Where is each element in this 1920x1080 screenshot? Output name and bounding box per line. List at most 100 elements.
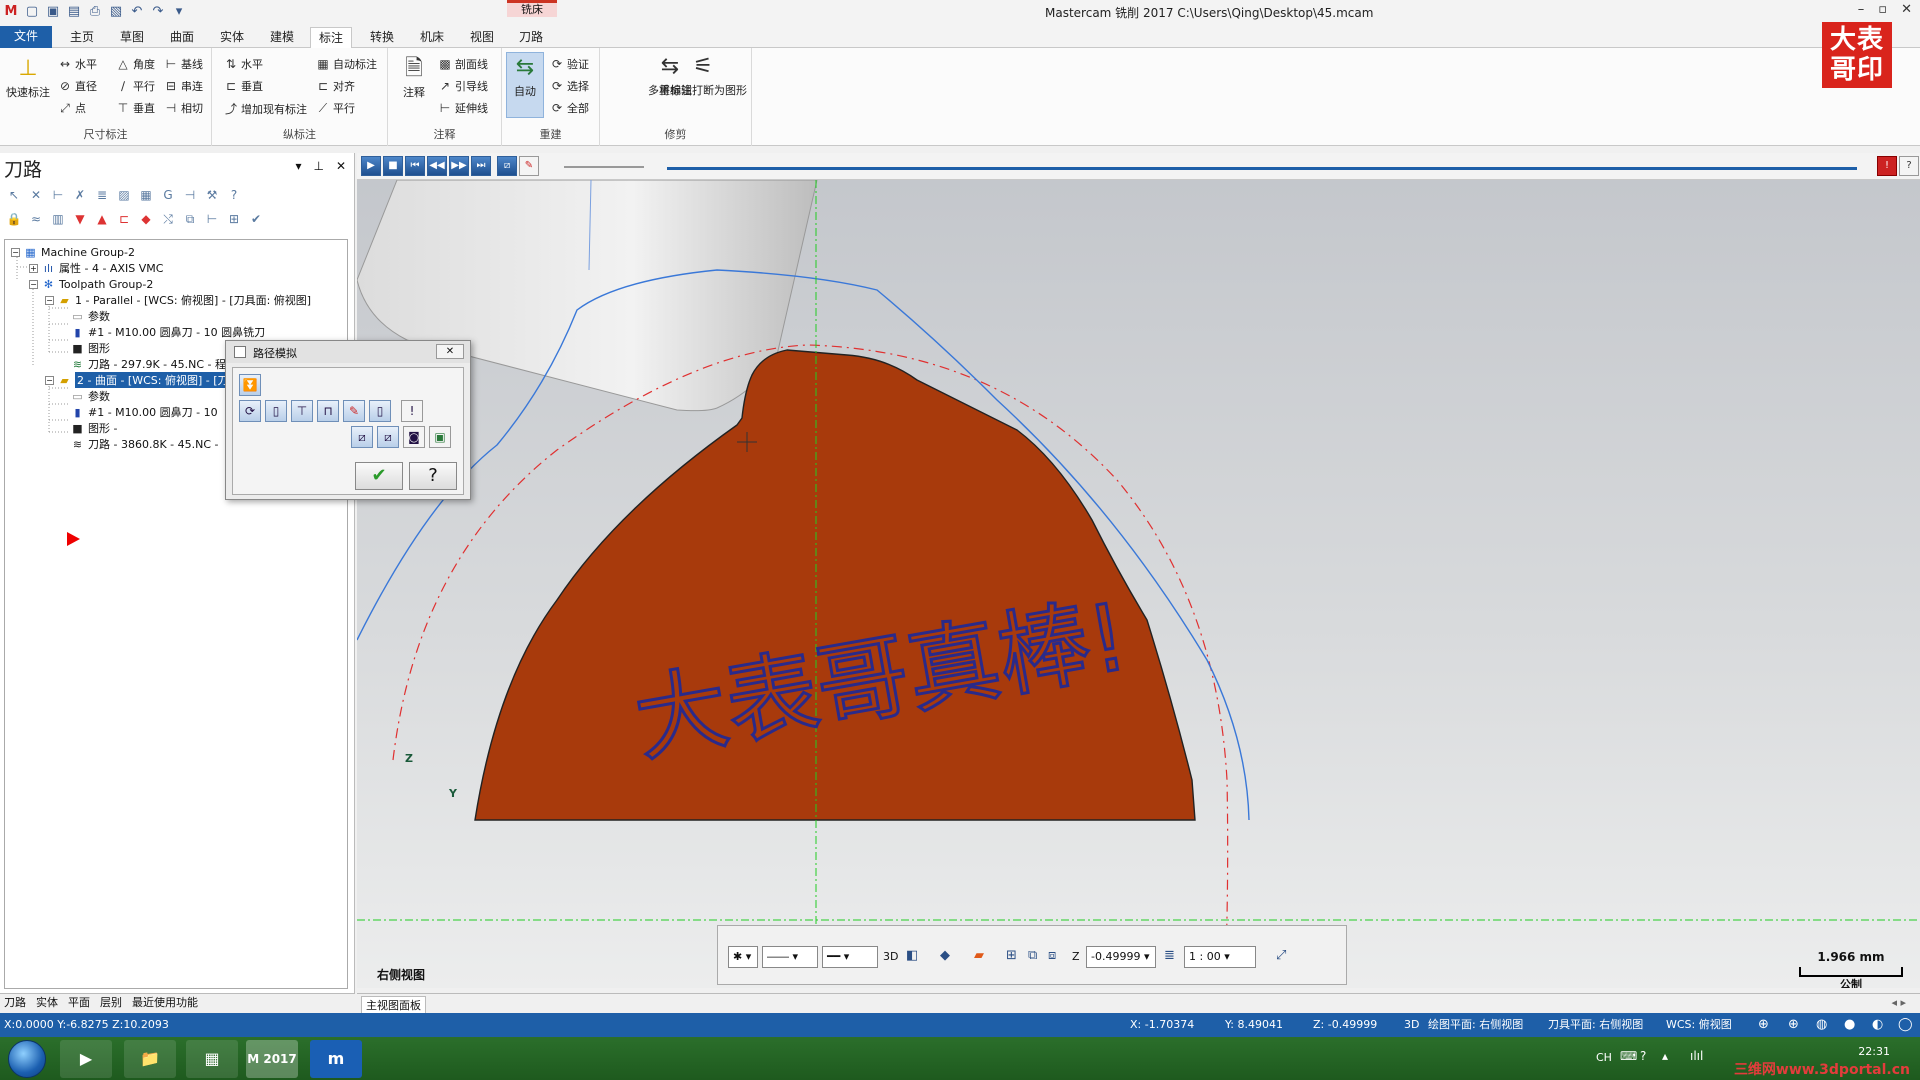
collapse-toggle-icon[interactable]: −: [45, 295, 54, 305]
toggle-post-icon[interactable]: ▥: [50, 211, 66, 227]
level-icon[interactable]: ⧉: [1028, 948, 1037, 963]
break-dimension-button[interactable]: ⚟ 将标注打断为图形: [656, 52, 750, 98]
all-regen-button[interactable]: ⟳ 全部: [550, 100, 589, 116]
undo-icon[interactable]: ↶: [128, 2, 146, 20]
clear-color-icon[interactable]: ⊞: [1006, 948, 1017, 963]
surface-color-icon[interactable]: ◆: [940, 948, 950, 963]
translucent-icon[interactable]: ◐: [1872, 1013, 1883, 1037]
sim-help-button[interactable]: ?: [1899, 156, 1919, 176]
wireframe-icon[interactable]: ⊕: [1788, 1013, 1799, 1037]
display-endpoints-button[interactable]: ✎: [343, 400, 365, 422]
solid-color-icon[interactable]: ▰: [974, 948, 984, 963]
display-tool-holder-button[interactable]: ⊤: [291, 400, 313, 422]
network-icon[interactable]: ılıl: [1690, 1049, 1703, 1063]
insert-arrow-icon[interactable]: ⊏: [116, 211, 132, 227]
save-geometry-button[interactable]: ▣: [429, 426, 451, 448]
dialog-title-bar[interactable]: 路径模拟 ✕: [226, 341, 470, 363]
shaded-edges-icon[interactable]: ●: [1844, 1013, 1855, 1037]
expand-icon[interactable]: ⊞: [226, 211, 242, 227]
collapse-toggle-icon[interactable]: −: [11, 247, 20, 257]
graphics-viewport[interactable]: 大表哥真棒! Z Y 右侧视图 1.966 mm 公制: [357, 180, 1920, 988]
scale-ratio-input[interactable]: 1 : 00 ▾: [1184, 946, 1256, 968]
redo-icon[interactable]: ↷: [149, 2, 167, 20]
status-wcs[interactable]: WCS: 俯视图: [1666, 1013, 1732, 1037]
save-icon[interactable]: ▣: [44, 2, 62, 20]
tab-sketch[interactable]: 草图: [112, 27, 152, 48]
ord-align-button[interactable]: ⊏ 对齐: [316, 78, 355, 94]
expand-toolbar-icon[interactable]: ⤢: [1276, 948, 1286, 963]
dim-diameter-button[interactable]: ⊘ 直径: [58, 78, 97, 94]
customize-dropdown-icon[interactable]: ▾: [170, 2, 188, 20]
line-color-icon[interactable]: ◧: [906, 948, 918, 963]
collapse-toggle-icon[interactable]: −: [45, 375, 54, 385]
panel-pin-icon[interactable]: ⊥: [313, 159, 323, 173]
ord-horizontal-button[interactable]: ⇅ 水平: [224, 56, 263, 72]
post-icon[interactable]: ⊣: [182, 187, 198, 203]
tree-properties[interactable]: + ılı 属性 - 4 - AXIS VMC: [29, 260, 163, 276]
check-icon[interactable]: ✔: [248, 211, 264, 227]
app-logo-icon[interactable]: M: [2, 2, 20, 20]
options-button[interactable]: ✎: [519, 156, 539, 176]
help-icon[interactable]: ?: [226, 187, 242, 203]
taskbar-explorer[interactable]: 📁: [124, 1040, 176, 1078]
tree-op2-tool[interactable]: ▮ #1 - M10.00 圆鼻刀 - 10: [71, 404, 217, 420]
tab-file[interactable]: 文件: [0, 26, 52, 48]
taskbar-calculator[interactable]: ▦: [186, 1040, 238, 1078]
lock-icon[interactable]: 🔒: [6, 211, 22, 227]
new-file-icon[interactable]: ▢: [23, 2, 41, 20]
hatch-button[interactable]: ▩ 剖面线: [438, 56, 488, 72]
tab-levels-manager[interactable]: 层别: [100, 994, 122, 1013]
tab-surface[interactable]: 曲面: [162, 27, 202, 48]
tab-solids-manager[interactable]: 实体: [36, 994, 58, 1013]
print-preview-icon[interactable]: ▧: [107, 2, 125, 20]
info-button[interactable]: !: [401, 400, 423, 422]
dim-point-button[interactable]: ⤢ 点: [58, 100, 86, 116]
tab-view[interactable]: 视图: [462, 27, 502, 48]
stop-button[interactable]: ■: [383, 156, 403, 176]
tree-op2-toolpath[interactable]: ≋ 刀路 - 3860.8K - 45.NC -: [71, 436, 219, 452]
ord-vertical-button[interactable]: ⊏ 垂直: [224, 78, 263, 94]
display-menu-icon[interactable]: ◯: [1898, 1013, 1913, 1037]
display-path-button[interactable]: ⧄: [377, 426, 399, 448]
shaded-icon[interactable]: ◍: [1816, 1013, 1827, 1037]
open-folder-icon[interactable]: ▤: [65, 2, 83, 20]
status-3d-toggle[interactable]: 3D: [1404, 1013, 1419, 1037]
tree-op1-params[interactable]: ▭ 参数: [71, 308, 110, 324]
dim-horizontal-button[interactable]: ↔ 水平: [58, 56, 97, 72]
taskbar-app-m[interactable]: m: [310, 1040, 362, 1078]
tab-main-viewsheet[interactable]: 主视图面板: [361, 996, 426, 1014]
tree-operation-1[interactable]: − ▰ 1 - Parallel - [WCS: 俯视图] - [刀具面: 俯视图]: [45, 292, 311, 308]
tab-machine[interactable]: 机床: [412, 27, 452, 48]
display-wireframe-button[interactable]: ⧄: [351, 426, 373, 448]
move-down-icon[interactable]: ▼: [72, 211, 88, 227]
start-button[interactable]: [8, 1040, 46, 1078]
dim-chain-button[interactable]: ⊟ 串连: [164, 78, 203, 94]
ord-auto-button[interactable]: ▦ 自动标注: [316, 56, 377, 72]
tree-toolpath-group[interactable]: − ✻ Toolpath Group-2: [29, 276, 153, 292]
tab-solid[interactable]: 实体: [212, 27, 252, 48]
globe-icon[interactable]: ⊕: [1758, 1013, 1769, 1037]
minimize-button[interactable]: –: [1858, 2, 1865, 17]
status-tool-plane[interactable]: 刀具平面: 右侧视图: [1548, 1013, 1643, 1037]
verify-icon[interactable]: ▨: [116, 187, 132, 203]
tree-op1-geometry[interactable]: ■ 图形: [71, 340, 110, 356]
input-language[interactable]: CH: [1596, 1051, 1612, 1064]
restore-button[interactable]: ▫: [1878, 2, 1887, 17]
expand-toggle-icon[interactable]: +: [29, 263, 38, 273]
keyboard-icon[interactable]: ⌨: [1620, 1049, 1637, 1063]
tab-home[interactable]: 主页: [62, 27, 102, 48]
auto-regen-button[interactable]: ⇆ 自动: [506, 52, 544, 118]
select-all-ops-icon[interactable]: ↖: [6, 187, 22, 203]
quick-verify-button[interactable]: ▯: [369, 400, 391, 422]
tab-recent-functions[interactable]: 最近使用功能: [132, 994, 198, 1013]
quick-dimension-button[interactable]: ⊥ 快速标注: [6, 54, 50, 100]
display-rapid-button[interactable]: ⊓: [317, 400, 339, 422]
highfeed-icon[interactable]: ⚒: [204, 187, 220, 203]
stop-conditions-button[interactable]: !: [1877, 156, 1897, 176]
ord-add-existing-button[interactable]: ⤴ 增加现有标注: [224, 100, 307, 117]
tab-toolpaths[interactable]: 刀路: [510, 27, 552, 48]
tree-op1-tool[interactable]: ▮ #1 - M10.00 圆鼻刀 - 10 圆鼻铣刀: [71, 324, 265, 340]
mode-3d-label[interactable]: 3D: [883, 950, 898, 963]
note-button[interactable]: 🗎 注释: [396, 54, 432, 100]
tab-toolpaths-manager[interactable]: 刀路: [4, 994, 26, 1013]
